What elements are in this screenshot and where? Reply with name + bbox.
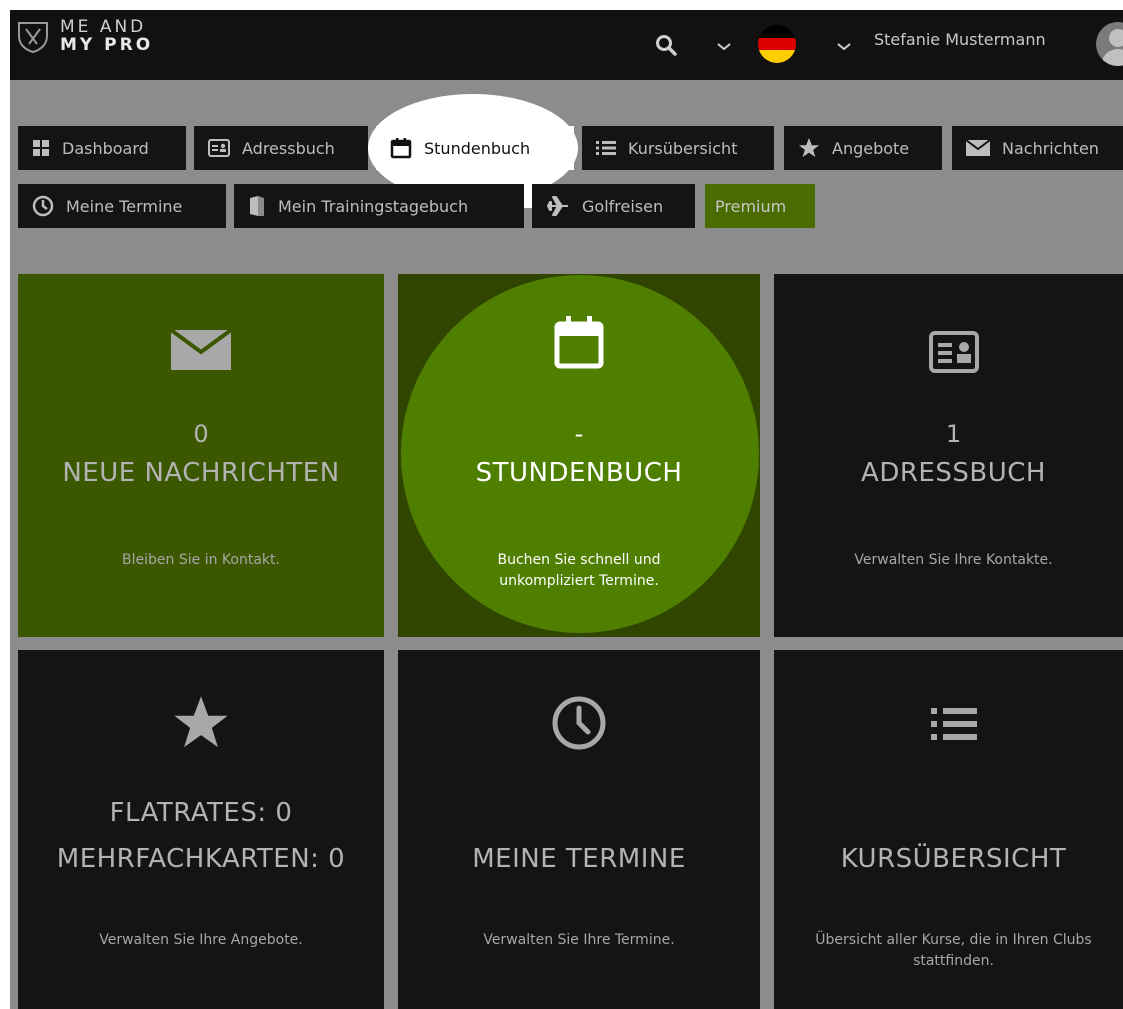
tile-neue-nachrichten[interactable]: 0 NEUE NACHRICHTEN Bleiben Sie in Kontak… bbox=[18, 274, 384, 637]
star-icon bbox=[18, 694, 384, 752]
logo-line-2: MY PRO bbox=[60, 35, 154, 55]
nav-nachrichten-label: Nachrichten bbox=[1002, 138, 1099, 158]
chevron-down-icon[interactable] bbox=[716, 38, 732, 57]
tile-adressbuch[interactable]: 1 ADRESSBUCH Verwalten Sie Ihre Kontakte… bbox=[774, 274, 1123, 637]
nav-adressbuch[interactable]: Adressbuch bbox=[194, 126, 368, 170]
list-icon bbox=[774, 706, 1123, 742]
app-frame: ME AND MY PRO Stefanie Mustermann Dashbo… bbox=[10, 10, 1123, 1009]
envelope-icon bbox=[18, 330, 384, 370]
tile-title: ADRESSBUCH bbox=[861, 458, 1046, 488]
clock-icon bbox=[398, 694, 760, 752]
nav-dashboard-label: Dashboard bbox=[62, 138, 149, 158]
tile-angebote[interactable]: FLATRATES: 0 MEHRFACHKARTEN: 0 Verwalten… bbox=[18, 650, 384, 1009]
tile-count: 1 bbox=[945, 420, 962, 448]
nav-kursuebersicht-label: Kursübersicht bbox=[628, 138, 738, 158]
nav-angebote[interactable]: Angebote bbox=[784, 126, 942, 170]
nav-trainingstagebuch[interactable]: Mein Trainingstagebuch bbox=[234, 184, 524, 228]
top-bar: ME AND MY PRO Stefanie Mustermann bbox=[10, 10, 1123, 80]
tile-meine-termine[interactable]: MEINE TERMINE Verwalten Sie Ihre Termine… bbox=[398, 650, 760, 1009]
tile-stundenbuch-content[interactable]: - STUNDENBUCH Buchen Sie schnell und unk… bbox=[398, 274, 760, 637]
tile-description: Bleiben Sie in Kontakt. bbox=[122, 552, 280, 568]
search-icon[interactable] bbox=[654, 33, 678, 61]
nav-meine-termine[interactable]: Meine Termine bbox=[18, 184, 226, 228]
logo-line-1: ME AND bbox=[60, 17, 147, 37]
star-icon bbox=[798, 137, 820, 158]
contact-card-icon bbox=[208, 139, 230, 157]
language-chevron-icon[interactable] bbox=[836, 38, 852, 57]
calendar-icon bbox=[390, 138, 412, 159]
nav-adressbuch-label: Adressbuch bbox=[242, 138, 335, 158]
nav-premium-label: Premium bbox=[715, 196, 787, 216]
tile-count: 0 bbox=[193, 420, 209, 448]
avatar[interactable] bbox=[1096, 22, 1123, 66]
nav-stundenbuch[interactable]: Stundenbuch bbox=[376, 126, 574, 170]
golf-shield-icon bbox=[18, 22, 48, 54]
nav-kursuebersicht[interactable]: Kursübersicht bbox=[582, 126, 774, 170]
tile-description: Übersicht aller Kurse, die in Ihren Club… bbox=[815, 932, 1092, 969]
list-icon bbox=[596, 141, 616, 155]
nav-meine-termine-label: Meine Termine bbox=[66, 196, 183, 216]
calendar-icon bbox=[398, 314, 760, 370]
tile-description: Buchen Sie schnell und unkompliziert Ter… bbox=[497, 552, 661, 589]
german-flag-icon[interactable] bbox=[758, 25, 796, 63]
contact-card-icon bbox=[774, 330, 1123, 374]
nav-trainingstagebuch-label: Mein Trainingstagebuch bbox=[278, 196, 469, 216]
tile-kursuebersicht[interactable]: KURSÜBERSICHT Übersicht aller Kurse, die… bbox=[774, 650, 1123, 1009]
airplane-icon bbox=[547, 196, 568, 216]
grid-icon bbox=[33, 140, 49, 156]
nav-golfreisen[interactable]: Golfreisen bbox=[532, 184, 695, 228]
tile-title: NEUE NACHRICHTEN bbox=[62, 458, 340, 488]
nav-angebote-label: Angebote bbox=[832, 138, 910, 158]
nav-dashboard[interactable]: Dashboard bbox=[18, 126, 186, 170]
clock-icon bbox=[32, 195, 54, 217]
tile-count: - bbox=[574, 420, 584, 448]
tile-description: Verwalten Sie Ihre Termine. bbox=[483, 932, 675, 948]
nav-stundenbuch-label: Stundenbuch bbox=[424, 138, 531, 158]
tile-description: Verwalten Sie Ihre Angebote. bbox=[99, 932, 303, 948]
envelope-icon bbox=[966, 140, 990, 156]
tile-title: KURSÜBERSICHT bbox=[840, 844, 1067, 874]
nav-golfreisen-label: Golfreisen bbox=[582, 196, 664, 216]
tile-title-2: MEHRFACHKARTEN: 0 bbox=[56, 844, 346, 874]
tile-title: MEINE TERMINE bbox=[472, 844, 686, 874]
book-icon bbox=[250, 196, 264, 216]
nav-premium[interactable]: Premium bbox=[705, 184, 815, 228]
nav-nachrichten[interactable]: Nachrichten bbox=[952, 126, 1123, 170]
tile-title: FLATRATES: 0 bbox=[109, 798, 293, 828]
user-name[interactable]: Stefanie Mustermann bbox=[874, 30, 1046, 49]
tile-title: STUNDENBUCH bbox=[475, 458, 683, 488]
tile-description: Verwalten Sie Ihre Kontakte. bbox=[854, 552, 1053, 568]
